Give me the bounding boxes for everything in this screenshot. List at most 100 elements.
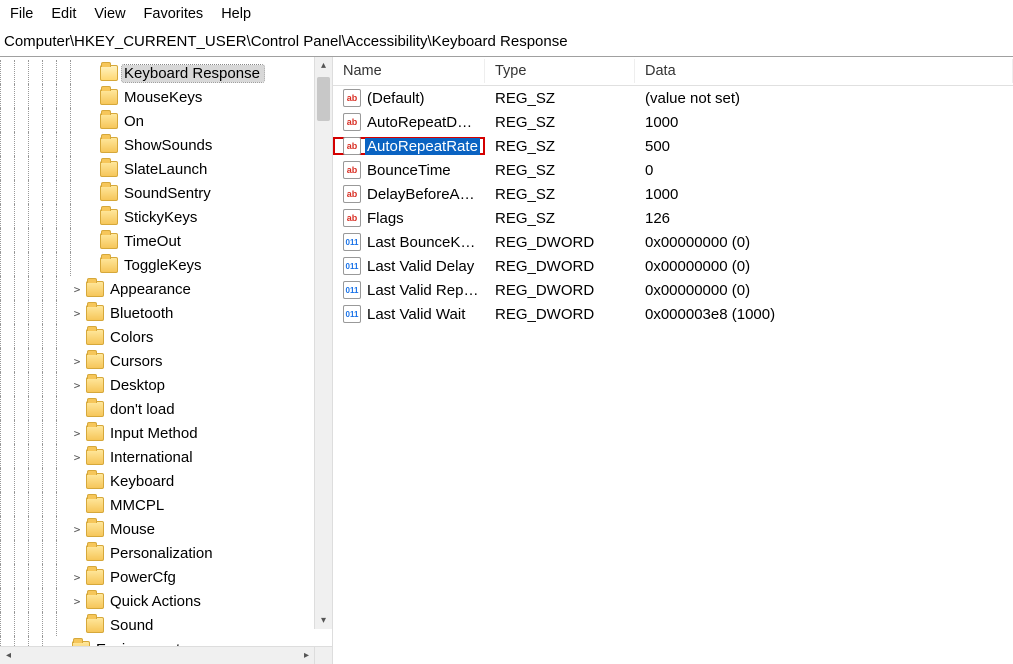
tree-item-mousekeys[interactable]: MouseKeys	[0, 85, 332, 109]
tree-item-appearance[interactable]: >Appearance	[0, 277, 332, 301]
value-row[interactable]: 011Last Valid RepeatREG_DWORD0x00000000 …	[333, 278, 1013, 302]
tree-item-personalization[interactable]: Personalization	[0, 541, 332, 565]
value-name-cell[interactable]: abFlags	[333, 209, 485, 227]
tree-item-mmcpl[interactable]: MMCPL	[0, 493, 332, 517]
value-name-text: AutoRepeatRate	[365, 138, 480, 155]
folder-icon	[86, 329, 104, 345]
value-name-cell[interactable]: abAutoRepeatRate	[333, 137, 485, 155]
expand-chevron-icon[interactable]: >	[70, 523, 84, 536]
expand-chevron-icon[interactable]: >	[70, 451, 84, 464]
string-value-icon: ab	[343, 89, 361, 107]
tree-horizontal-scrollbar[interactable]: ◂ ▸	[0, 646, 315, 664]
column-data-header[interactable]: Data	[635, 59, 1013, 83]
value-data-cell: 1000	[635, 114, 1013, 131]
tree-item-environment[interactable]: Environment	[0, 637, 332, 646]
value-name-cell[interactable]: abAutoRepeatDelay	[333, 113, 485, 131]
value-row[interactable]: abFlagsREG_SZ126	[333, 206, 1013, 230]
tree-item-keyboard[interactable]: Keyboard	[0, 469, 332, 493]
value-data-cell: 1000	[635, 186, 1013, 203]
tree-item-powercfg[interactable]: >PowerCfg	[0, 565, 332, 589]
expand-chevron-icon[interactable]: >	[70, 283, 84, 296]
registry-tree[interactable]: Keyboard ResponseMouseKeysOnShowSoundsSl…	[0, 57, 332, 646]
scroll-thumb[interactable]	[317, 77, 330, 121]
tree-item-label: Keyboard	[108, 473, 178, 490]
value-name-cell[interactable]: 011Last BounceKey ...	[333, 233, 485, 251]
values-list[interactable]: ab(Default)REG_SZ(value not set)abAutoRe…	[333, 86, 1013, 326]
value-data-cell: 0x000003e8 (1000)	[635, 306, 1013, 323]
value-type-cell: REG_SZ	[485, 162, 635, 179]
tree-item-international[interactable]: > International	[0, 445, 332, 469]
folder-icon	[100, 161, 118, 177]
value-data-cell: 0x00000000 (0)	[635, 258, 1013, 275]
tree-item-soundsentry[interactable]: SoundSentry	[0, 181, 332, 205]
scroll-right-arrow-icon[interactable]: ▸	[298, 650, 315, 661]
expand-chevron-icon[interactable]: >	[70, 307, 84, 320]
menu-item-view[interactable]: View	[94, 6, 125, 22]
tree-item-label: Desktop	[108, 377, 169, 394]
value-row[interactable]: 011Last BounceKey ...REG_DWORD0x00000000…	[333, 230, 1013, 254]
tree-item-timeout[interactable]: TimeOut	[0, 229, 332, 253]
expand-chevron-icon[interactable]: >	[70, 571, 84, 584]
tree-item-label: Colors	[108, 329, 157, 346]
tree-item-keyboard-response[interactable]: Keyboard Response	[0, 61, 332, 85]
value-type-cell: REG_DWORD	[485, 282, 635, 299]
scroll-down-arrow-icon[interactable]: ▾	[315, 612, 332, 629]
tree-item-mouse[interactable]: >Mouse	[0, 517, 332, 541]
value-name-cell[interactable]: 011Last Valid Wait	[333, 305, 485, 323]
expand-chevron-icon[interactable]: >	[70, 379, 84, 392]
address-bar[interactable]: Computer\HKEY_CURRENT_USER\Control Panel…	[0, 29, 1013, 57]
column-type-label: Type	[495, 63, 526, 79]
value-name-cell[interactable]: 011Last Valid Repeat	[333, 281, 485, 299]
scroll-up-arrow-icon[interactable]: ▴	[315, 57, 332, 74]
tree-item-stickykeys[interactable]: StickyKeys	[0, 205, 332, 229]
value-row[interactable]: abAutoRepeatRateREG_SZ500	[333, 134, 1013, 158]
menu-item-edit[interactable]: Edit	[51, 6, 76, 22]
tree-item-on[interactable]: On	[0, 109, 332, 133]
tree-item-label: don't load	[108, 401, 179, 418]
scroll-left-arrow-icon[interactable]: ◂	[0, 650, 17, 661]
value-name-cell[interactable]: 011Last Valid Delay	[333, 257, 485, 275]
tree-item-colors[interactable]: Colors	[0, 325, 332, 349]
menu-item-help[interactable]: Help	[221, 6, 251, 22]
value-row[interactable]: 011Last Valid WaitREG_DWORD0x000003e8 (1…	[333, 302, 1013, 326]
value-name-cell[interactable]: ab(Default)	[333, 89, 485, 107]
tree-item-bluetooth[interactable]: >Bluetooth	[0, 301, 332, 325]
value-row[interactable]: abAutoRepeatDelayREG_SZ1000	[333, 110, 1013, 134]
value-name-cell[interactable]: abBounceTime	[333, 161, 485, 179]
value-row[interactable]: 011Last Valid DelayREG_DWORD0x00000000 (…	[333, 254, 1013, 278]
column-type-header[interactable]: Type	[485, 59, 635, 83]
value-row[interactable]: ab(Default)REG_SZ(value not set)	[333, 86, 1013, 110]
tree-item-showsounds[interactable]: ShowSounds	[0, 133, 332, 157]
tree-item-slatelaunch[interactable]: SlateLaunch	[0, 157, 332, 181]
tree-item-togglekeys[interactable]: ToggleKeys	[0, 253, 332, 277]
tree-scroll-area: Keyboard ResponseMouseKeysOnShowSoundsSl…	[0, 57, 332, 646]
value-row[interactable]: abDelayBeforeAcc...REG_SZ1000	[333, 182, 1013, 206]
tree-item-label: International	[108, 449, 197, 466]
tree-vertical-scrollbar[interactable]: ▴ ▾	[314, 57, 332, 629]
column-name-header[interactable]: Name	[333, 59, 485, 83]
tree-item-label: Personalization	[108, 545, 217, 562]
tree-item-label: StickyKeys	[122, 209, 201, 226]
folder-icon	[100, 137, 118, 153]
tree-item-don-t-load[interactable]: don't load	[0, 397, 332, 421]
folder-icon	[100, 65, 118, 81]
expand-chevron-icon[interactable]: >	[70, 595, 84, 608]
value-row[interactable]: abBounceTimeREG_SZ0	[333, 158, 1013, 182]
value-type-cell: REG_SZ	[485, 114, 635, 131]
main-panes: Keyboard ResponseMouseKeysOnShowSoundsSl…	[0, 57, 1013, 664]
value-name-cell[interactable]: abDelayBeforeAcc...	[333, 185, 485, 203]
menu-item-favorites[interactable]: Favorites	[144, 6, 204, 22]
value-name-text: Flags	[365, 210, 406, 227]
tree-item-quick-actions[interactable]: >Quick Actions	[0, 589, 332, 613]
menu-item-file[interactable]: File	[10, 6, 33, 22]
expand-chevron-icon[interactable]: >	[70, 355, 84, 368]
tree-item-input-method[interactable]: >Input Method	[0, 421, 332, 445]
values-header: Name Type Data	[333, 57, 1013, 86]
value-type-cell: REG_SZ	[485, 138, 635, 155]
tree-item-cursors[interactable]: >Cursors	[0, 349, 332, 373]
folder-icon	[100, 257, 118, 273]
tree-item-sound[interactable]: Sound	[0, 613, 332, 637]
folder-icon	[86, 569, 104, 585]
tree-item-desktop[interactable]: > Desktop	[0, 373, 332, 397]
expand-chevron-icon[interactable]: >	[70, 427, 84, 440]
